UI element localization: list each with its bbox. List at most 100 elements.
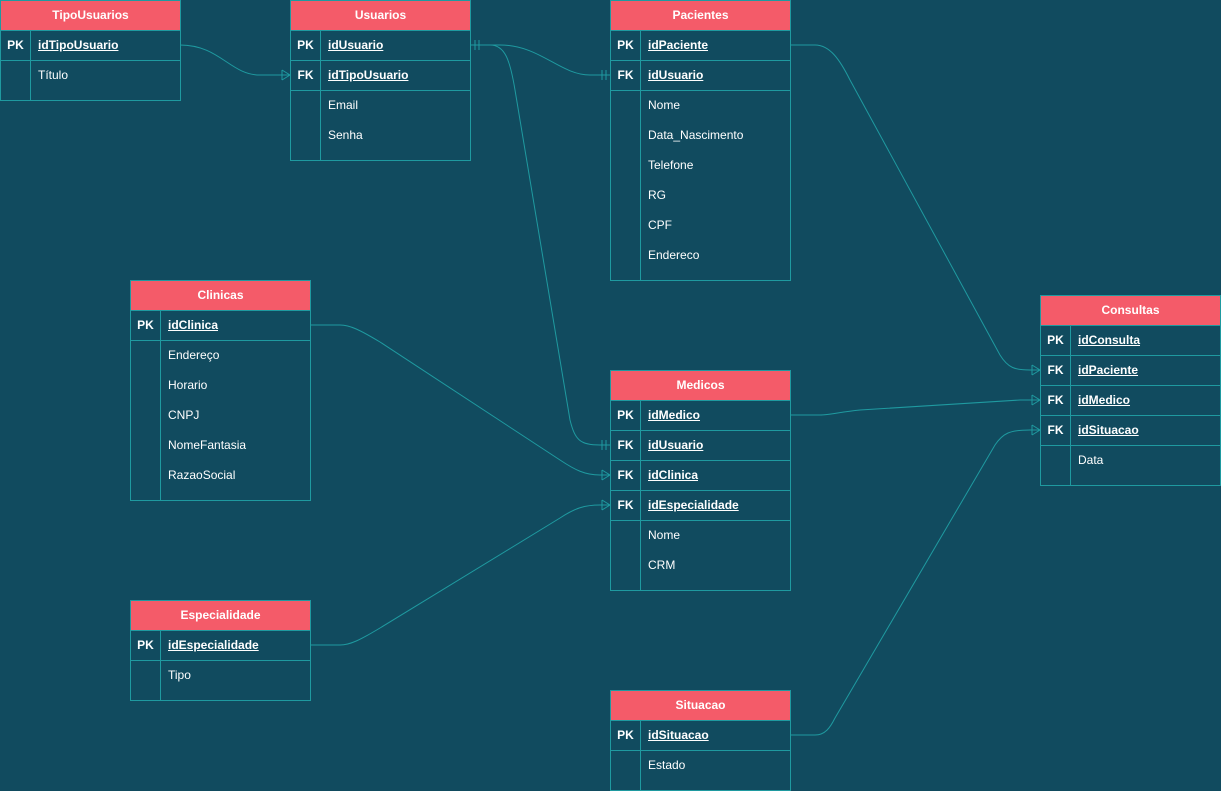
attribute-row[interactable]: PK idSituacao — [611, 721, 790, 751]
crowfoot-consultas-idsituacao — [1031, 424, 1041, 436]
attribute-row[interactable]: FK idMedico — [1041, 386, 1220, 416]
attribute-name: CNPJ — [168, 408, 200, 422]
onemark-pacientes-idusuario — [601, 70, 607, 80]
crowfoot-consultas-idpaciente — [1031, 364, 1041, 376]
attribute-row[interactable]: FK idTipoUsuario — [291, 61, 470, 91]
attribute-name: Email — [328, 98, 359, 112]
entity-title[interactable]: Situacao — [611, 691, 790, 721]
attribute-name: NomeFantasia — [168, 438, 247, 452]
entity-title[interactable]: TipoUsuarios — [1, 1, 180, 31]
key-label: FK — [291, 61, 321, 91]
attribute-name: Tipo — [168, 668, 191, 682]
attribute-name: idUsuario — [328, 38, 384, 52]
attribute-row[interactable]: CRM — [611, 551, 790, 581]
attribute-row[interactable]: Estado — [611, 751, 790, 781]
attribute-name: idEspecialidade — [168, 638, 259, 652]
onemark-medicos-idusuario — [601, 440, 607, 450]
key-label: PK — [611, 31, 641, 61]
attribute-row[interactable]: PK idConsulta — [1041, 326, 1220, 356]
attribute-name: idSituacao — [648, 728, 709, 742]
attribute-name: idUsuario — [648, 68, 704, 82]
attribute-row[interactable]: RazaoSocial — [131, 461, 310, 491]
entity-medicos[interactable]: Medicos PK idMedico FK idUsuario FK idCl… — [610, 370, 791, 591]
entity-especialidade[interactable]: Especialidade PK idEspecialidade Tipo — [130, 600, 311, 701]
entity-title[interactable]: Pacientes — [611, 1, 790, 31]
attribute-row[interactable]: Email — [291, 91, 470, 121]
attribute-name: Título — [38, 68, 69, 82]
attribute-row[interactable]: PK idClinica — [131, 311, 310, 341]
entity-title[interactable]: Usuarios — [291, 1, 470, 31]
key-label: FK — [611, 461, 641, 491]
attribute-row[interactable]: Data_Nascimento — [611, 121, 790, 151]
attribute-name: idTipoUsuario — [38, 38, 119, 52]
crowfoot-medicos-idespecialidade — [601, 499, 611, 511]
attribute-name: idClinica — [168, 318, 219, 332]
attribute-row[interactable]: FK idUsuario — [611, 431, 790, 461]
attribute-row[interactable]: PK idTipoUsuario — [1, 31, 180, 61]
entity-tipousuarios[interactable]: TipoUsuarios PK idTipoUsuario Título — [0, 0, 181, 101]
attribute-row[interactable]: FK idPaciente — [1041, 356, 1220, 386]
attribute-row[interactable]: Horario — [131, 371, 310, 401]
relation-pacientes-consultas — [790, 44, 1040, 371]
attribute-name: idUsuario — [648, 438, 704, 452]
attribute-row[interactable]: FK idUsuario — [611, 61, 790, 91]
key-label: PK — [291, 31, 321, 61]
attribute-name: Telefone — [648, 158, 694, 172]
entity-title[interactable]: Medicos — [611, 371, 790, 401]
attribute-row[interactable]: PK idEspecialidade — [131, 631, 310, 661]
entity-clinicas[interactable]: Clinicas PK idClinica Endereço Horario C… — [130, 280, 311, 501]
attribute-row[interactable]: Telefone — [611, 151, 790, 181]
key-label: FK — [1041, 416, 1071, 446]
attribute-name: Endereço — [168, 348, 220, 362]
attribute-row[interactable]: FK idClinica — [611, 461, 790, 491]
attribute-row[interactable]: PK idUsuario — [291, 31, 470, 61]
relation-usuarios-medicos — [489, 44, 610, 446]
key-label: FK — [611, 61, 641, 91]
attribute-name: CPF — [648, 218, 672, 232]
entity-title[interactable]: Especialidade — [131, 601, 310, 631]
attribute-name: RG — [648, 188, 666, 202]
key-label: PK — [1, 31, 31, 61]
attribute-name: idPaciente — [1078, 363, 1139, 377]
entity-title[interactable]: Consultas — [1041, 296, 1220, 326]
key-label: PK — [611, 401, 641, 431]
attribute-row[interactable]: NomeFantasia — [131, 431, 310, 461]
attribute-row[interactable]: CPF — [611, 211, 790, 241]
attribute-name: idClinica — [648, 468, 699, 482]
attribute-row[interactable]: CNPJ — [131, 401, 310, 431]
entity-consultas[interactable]: Consultas PK idConsulta FK idPaciente FK… — [1040, 295, 1221, 486]
relation-clinicas-medicos — [310, 324, 610, 476]
relation-medicos-consultas — [790, 399, 1040, 416]
entity-usuarios[interactable]: Usuarios PK idUsuario FK idTipoUsuario E… — [290, 0, 471, 161]
attribute-name: idConsulta — [1078, 333, 1140, 347]
entity-title[interactable]: Clinicas — [131, 281, 310, 311]
attribute-row[interactable]: Nome — [611, 521, 790, 551]
relation-tipousuarios-usuarios — [179, 44, 290, 76]
attribute-name: Nome — [648, 98, 681, 112]
key-label: FK — [1041, 356, 1071, 386]
key-label: PK — [1041, 326, 1071, 356]
attribute-row[interactable]: PK idPaciente — [611, 31, 790, 61]
attribute-name: idPaciente — [648, 38, 709, 52]
attribute-row[interactable]: PK idMedico — [611, 401, 790, 431]
attribute-row[interactable]: Senha — [291, 121, 470, 151]
attribute-row[interactable]: FK idEspecialidade — [611, 491, 790, 521]
attribute-row[interactable]: FK idSituacao — [1041, 416, 1220, 446]
attribute-row[interactable]: Tipo — [131, 661, 310, 691]
attribute-row[interactable]: RG — [611, 181, 790, 211]
attribute-name: Senha — [328, 128, 363, 142]
onemark-usuarios-idusuario — [474, 40, 480, 50]
crowfoot-usuarios-idtipousuario — [281, 69, 291, 81]
entity-situacao[interactable]: Situacao PK idSituacao Estado — [610, 690, 791, 791]
attribute-row[interactable]: Nome — [611, 91, 790, 121]
attribute-row[interactable]: Título — [1, 61, 180, 91]
attribute-name: Endereco — [648, 248, 700, 262]
relation-especialidade-medicos — [310, 504, 610, 646]
attribute-row[interactable]: Endereço — [131, 341, 310, 371]
attribute-row[interactable]: Data — [1041, 446, 1220, 476]
entity-pacientes[interactable]: Pacientes PK idPaciente FK idUsuario Nom… — [610, 0, 791, 281]
attribute-name: Horario — [168, 378, 208, 392]
attribute-row[interactable]: Endereco — [611, 241, 790, 271]
attribute-name: idEspecialidade — [648, 498, 739, 512]
attribute-name: Data — [1078, 453, 1104, 467]
